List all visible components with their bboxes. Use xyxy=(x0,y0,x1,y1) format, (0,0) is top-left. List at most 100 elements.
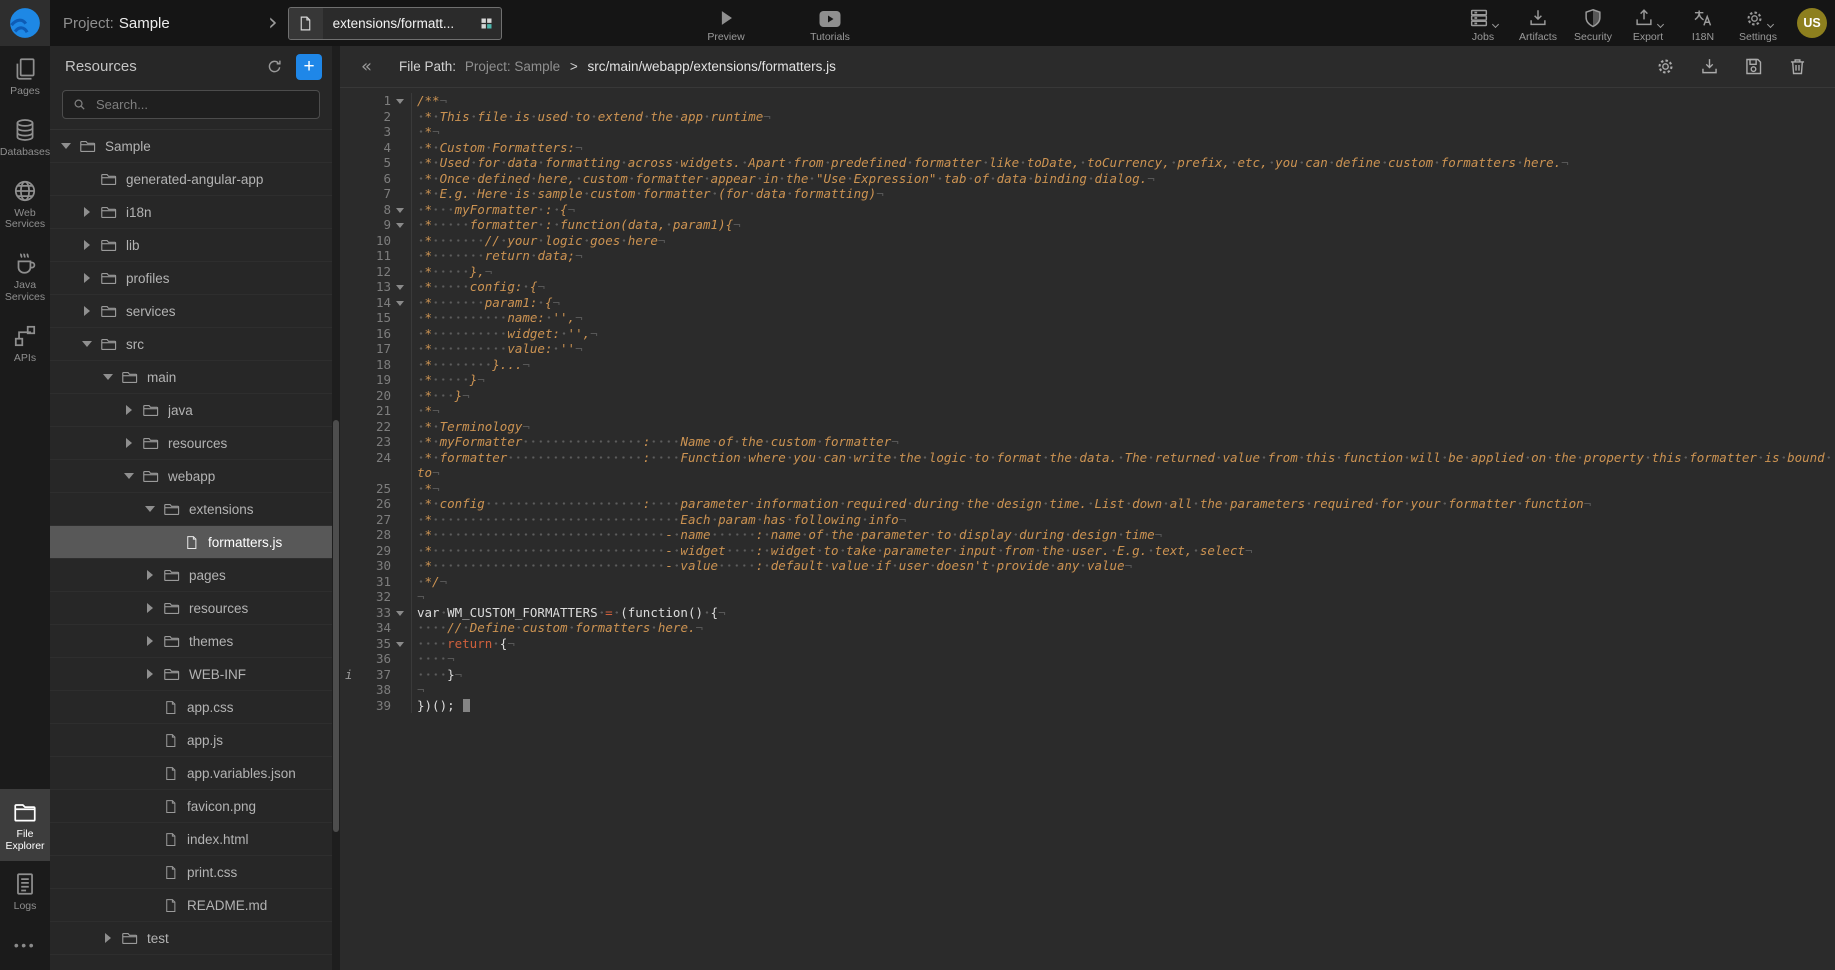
fold-arrow-icon[interactable] xyxy=(396,642,404,647)
tree-item-resources[interactable]: resources xyxy=(50,427,332,460)
fold-arrow-icon[interactable] xyxy=(396,99,404,104)
gear-icon[interactable] xyxy=(1655,56,1676,77)
code-text[interactable]: }¬ xyxy=(412,667,1835,683)
code-text[interactable]: })(); xyxy=(412,698,1835,714)
sidebar-item-web-services[interactable]: Web Services xyxy=(0,168,50,241)
code-text[interactable]: *¬ xyxy=(412,124,1835,140)
tree-item-services[interactable]: services xyxy=(50,295,332,328)
scrollbar-thumb[interactable] xyxy=(333,420,339,832)
code-text[interactable]: * - name : name of the parameter to disp… xyxy=(412,527,1835,543)
tree-item-favicon-png[interactable]: favicon.png xyxy=(50,790,332,823)
sidebar-item-databases[interactable]: Databases xyxy=(0,107,50,168)
topbar-action-preview[interactable]: Preview xyxy=(703,4,749,43)
chevron-down-icon[interactable] xyxy=(142,506,158,512)
collapse-panel-button[interactable]: « xyxy=(361,56,372,77)
chevron-right-icon[interactable] xyxy=(79,273,95,283)
code-text[interactable]: // Define custom formatters here.¬ xyxy=(412,620,1835,636)
code-text[interactable]: * formatter : Function where you can wri… xyxy=(412,450,1835,481)
code-text[interactable]: * - widget : widget to take parameter in… xyxy=(412,543,1835,559)
tree-item-print-css[interactable]: print.css xyxy=(50,856,332,889)
tree-item-src[interactable]: src xyxy=(50,328,332,361)
topbar-action-i18n[interactable]: I18N xyxy=(1680,4,1726,43)
chevron-right-icon[interactable] xyxy=(121,438,137,448)
tree-item-lib[interactable]: lib xyxy=(50,229,332,262)
code-text[interactable]: * config: {¬ xyxy=(412,279,1835,295)
code-text[interactable]: * }¬ xyxy=(412,372,1835,388)
tree-item-app-js[interactable]: app.js xyxy=(50,724,332,757)
chevron-down-icon[interactable] xyxy=(121,473,137,479)
code-text[interactable]: * Custom Formatters:¬ xyxy=(412,140,1835,156)
code-text[interactable]: * // your logic goes here¬ xyxy=(412,233,1835,249)
download-icon[interactable] xyxy=(1699,56,1720,77)
code-text[interactable]: * param1: {¬ xyxy=(412,295,1835,311)
topbar-action-export[interactable]: Export xyxy=(1625,4,1671,43)
code-text[interactable]: return {¬ xyxy=(412,636,1835,652)
tree-item-extensions[interactable]: extensions xyxy=(50,493,332,526)
save-icon[interactable] xyxy=(1743,56,1764,77)
topbar-action-settings[interactable]: Settings xyxy=(1735,4,1781,43)
code-text[interactable]: *¬ xyxy=(412,403,1835,419)
chevron-down-icon[interactable] xyxy=(79,341,95,347)
add-resource-button[interactable]: + xyxy=(296,54,322,80)
sidebar-overflow-button[interactable]: ••• xyxy=(0,922,50,970)
code-text[interactable]: * widget: '',¬ xyxy=(412,326,1835,342)
refresh-icon[interactable] xyxy=(265,57,284,76)
code-text[interactable]: *¬ xyxy=(412,481,1835,497)
topbar-action-tutorials[interactable]: Tutorials xyxy=(807,4,853,43)
fold-arrow-icon[interactable] xyxy=(396,208,404,213)
tree-item-resources[interactable]: resources xyxy=(50,592,332,625)
sidebar-item-logs[interactable]: Logs xyxy=(0,861,50,922)
code-text[interactable]: * - value : default value if user doesn'… xyxy=(412,558,1835,574)
fold-arrow-icon[interactable] xyxy=(396,285,404,290)
code-text[interactable]: * formatter : function(data, param1){¬ xyxy=(412,217,1835,233)
tree-item-test[interactable]: test xyxy=(50,922,332,955)
code-text[interactable]: * return data;¬ xyxy=(412,248,1835,264)
tree-item-app-css[interactable]: app.css xyxy=(50,691,332,724)
tree-item-index-html[interactable]: index.html xyxy=(50,823,332,856)
sidebar-item-java-services[interactable]: Java Services xyxy=(0,240,50,313)
fold-arrow-icon[interactable] xyxy=(396,301,404,306)
tree-item-app-variables-json[interactable]: app.variables.json xyxy=(50,757,332,790)
code-text[interactable]: ¬ xyxy=(412,651,1835,667)
tree-item-profiles[interactable]: profiles xyxy=(50,262,332,295)
code-text[interactable]: ¬ xyxy=(412,682,1835,698)
chevron-down-icon[interactable] xyxy=(100,374,116,380)
code-text[interactable]: * Used for data formatting across widget… xyxy=(412,155,1835,171)
app-logo[interactable] xyxy=(0,0,50,46)
code-text[interactable]: * Terminology¬ xyxy=(412,419,1835,435)
code-text[interactable]: */¬ xyxy=(412,574,1835,590)
chevron-down-icon[interactable] xyxy=(58,143,74,149)
tree-item-themes[interactable]: themes xyxy=(50,625,332,658)
code-text[interactable]: * }...¬ xyxy=(412,357,1835,373)
tree-item-web-inf[interactable]: WEB-INF xyxy=(50,658,332,691)
topbar-action-jobs[interactable]: Jobs xyxy=(1460,4,1506,43)
open-file-tab[interactable]: extensions/formatt... xyxy=(288,7,502,40)
code-text[interactable]: var WM_CUSTOM_FORMATTERS = (function() {… xyxy=(412,605,1835,621)
chevron-right-icon[interactable] xyxy=(142,636,158,646)
tree-item-generated-angular-app[interactable]: generated-angular-app xyxy=(50,163,332,196)
code-text[interactable]: * name: '',¬ xyxy=(412,310,1835,326)
tree-item-sample[interactable]: Sample xyxy=(50,130,332,163)
fold-arrow-icon[interactable] xyxy=(396,611,404,616)
trash-icon[interactable] xyxy=(1787,56,1808,77)
tree-item-webapp[interactable]: webapp xyxy=(50,460,332,493)
chevron-right-icon[interactable] xyxy=(79,240,95,250)
tree-scrollbar[interactable] xyxy=(332,46,340,970)
chevron-right-icon[interactable] xyxy=(121,405,137,415)
code-text[interactable]: * myFormatter : Name of the custom forma… xyxy=(412,434,1835,450)
user-avatar[interactable]: US xyxy=(1797,8,1827,38)
chevron-right-icon[interactable] xyxy=(79,207,95,217)
chevron-right-icon[interactable] xyxy=(100,933,116,943)
search-input[interactable] xyxy=(94,96,310,113)
tree-item-readme-md[interactable]: README.md xyxy=(50,889,332,922)
chevron-right-icon[interactable] xyxy=(142,570,158,580)
sidebar-item-pages[interactable]: Pages xyxy=(0,46,50,107)
code-text[interactable]: * E.g. Here is sample custom formatter (… xyxy=(412,186,1835,202)
code-text[interactable]: /**¬ xyxy=(412,93,1835,109)
topbar-action-artifacts[interactable]: Artifacts xyxy=(1515,4,1561,43)
topbar-action-security[interactable]: Security xyxy=(1570,4,1616,43)
code-text[interactable]: * },¬ xyxy=(412,264,1835,280)
code-text[interactable]: * value: ''¬ xyxy=(412,341,1835,357)
tree-item-main[interactable]: main xyxy=(50,361,332,394)
code-text[interactable]: * Once defined here, custom formatter ap… xyxy=(412,171,1835,187)
